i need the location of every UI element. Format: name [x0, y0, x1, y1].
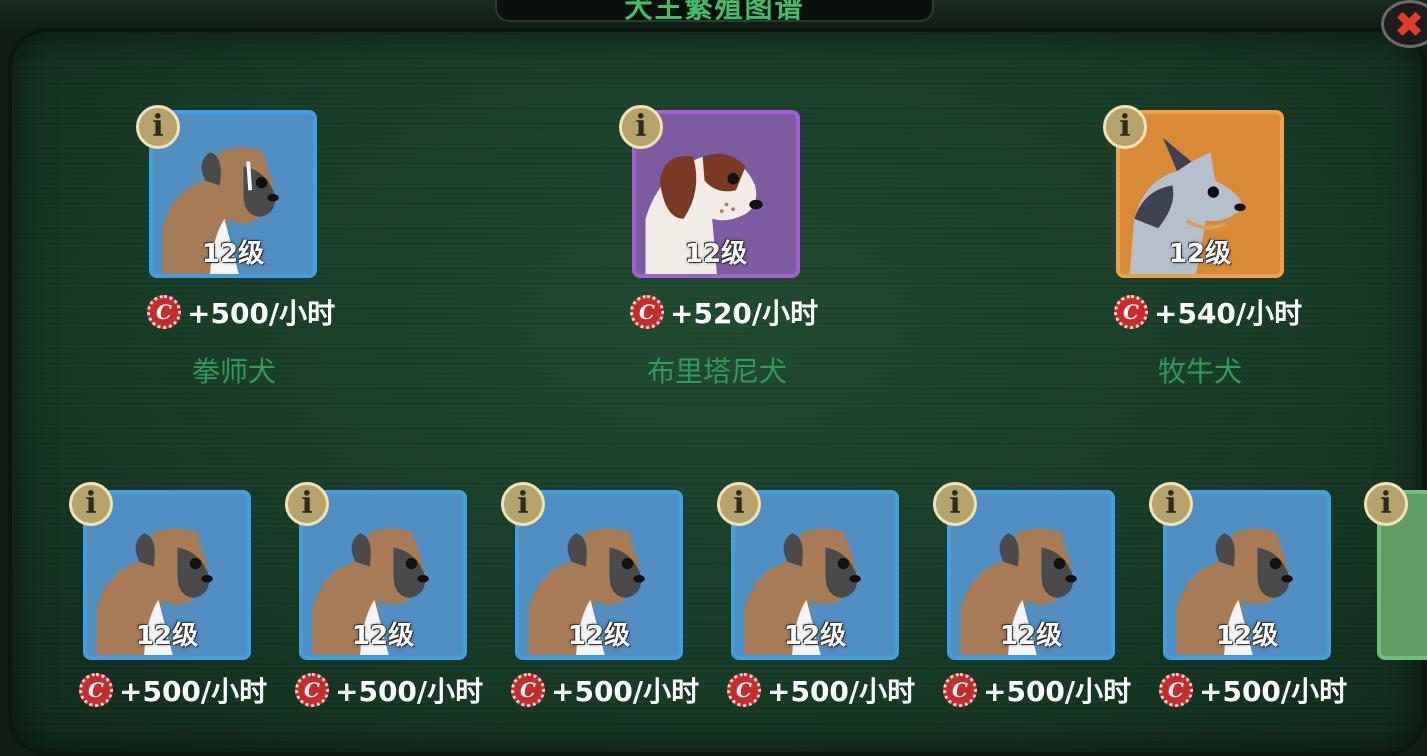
pet-level: 12级: [201, 239, 265, 269]
bottle-cap-icon: C: [1114, 295, 1148, 329]
info-icon[interactable]: i: [285, 482, 329, 526]
pet-level: 12级: [684, 239, 748, 269]
income-rate: C +500/小时: [79, 670, 267, 710]
income-rate-text: +500/小时: [1199, 675, 1348, 708]
title-bar: 犬王繁殖图谱: [495, 0, 934, 22]
info-icon[interactable]: i: [1103, 105, 1147, 149]
income-rate: C +540/小时: [1114, 292, 1302, 332]
income-rate: C +500/小时: [943, 670, 1131, 710]
income-rate-text: +500/小时: [551, 675, 700, 708]
income-rate: C +500/小时: [727, 670, 915, 710]
pet-name: 拳师犬: [191, 355, 276, 388]
info-icon[interactable]: i: [717, 482, 761, 526]
bottle-cap-icon: C: [630, 295, 664, 329]
income-rate-text: +500/小时: [335, 675, 484, 708]
income-rate: C +500/小时: [511, 670, 699, 710]
pet-name: 布里塔尼犬: [646, 355, 787, 388]
bottle-cap-icon: C: [511, 673, 545, 707]
pet-level: 12级: [783, 621, 847, 651]
info-icon[interactable]: i: [1364, 482, 1408, 526]
income-rate-text: +520/小时: [670, 297, 819, 330]
info-icon[interactable]: i: [501, 482, 545, 526]
income-rate-text: +500/小时: [119, 675, 268, 708]
pet-level: 12级: [1168, 239, 1232, 269]
bottle-cap-icon: C: [295, 673, 329, 707]
income-rate: C +500/小时: [147, 292, 335, 332]
bottle-cap-icon: C: [727, 673, 761, 707]
income-rate-text: +500/小时: [187, 297, 336, 330]
income-rate-text: +500/小时: [983, 675, 1132, 708]
bottle-cap-icon: C: [1159, 673, 1193, 707]
income-rate-text: +500/小时: [767, 675, 916, 708]
info-icon[interactable]: i: [69, 482, 113, 526]
income-rate: C +520/小时: [630, 292, 818, 332]
pet-level: 12级: [351, 621, 415, 651]
close-icon: ✖: [1394, 5, 1425, 46]
income-rate: C +500/小时: [1159, 670, 1347, 710]
info-icon[interactable]: i: [136, 105, 180, 149]
info-icon[interactable]: i: [619, 105, 663, 149]
bottle-cap-icon: C: [943, 673, 977, 707]
page-title: 犬王繁殖图谱: [624, 0, 805, 22]
bottle-cap-icon: C: [147, 295, 181, 329]
pet-level: 12级: [567, 621, 631, 651]
pet-name: 牧牛犬: [1157, 355, 1242, 388]
info-icon[interactable]: i: [1149, 482, 1193, 526]
bottle-cap-icon: C: [79, 673, 113, 707]
pet-level: 12级: [135, 621, 199, 651]
info-icon[interactable]: i: [933, 482, 977, 526]
pet-level: 12级: [999, 621, 1063, 651]
pet-level: 12级: [1215, 621, 1279, 651]
income-rate-text: +540/小时: [1154, 297, 1303, 330]
income-rate: C +500/小时: [295, 670, 483, 710]
